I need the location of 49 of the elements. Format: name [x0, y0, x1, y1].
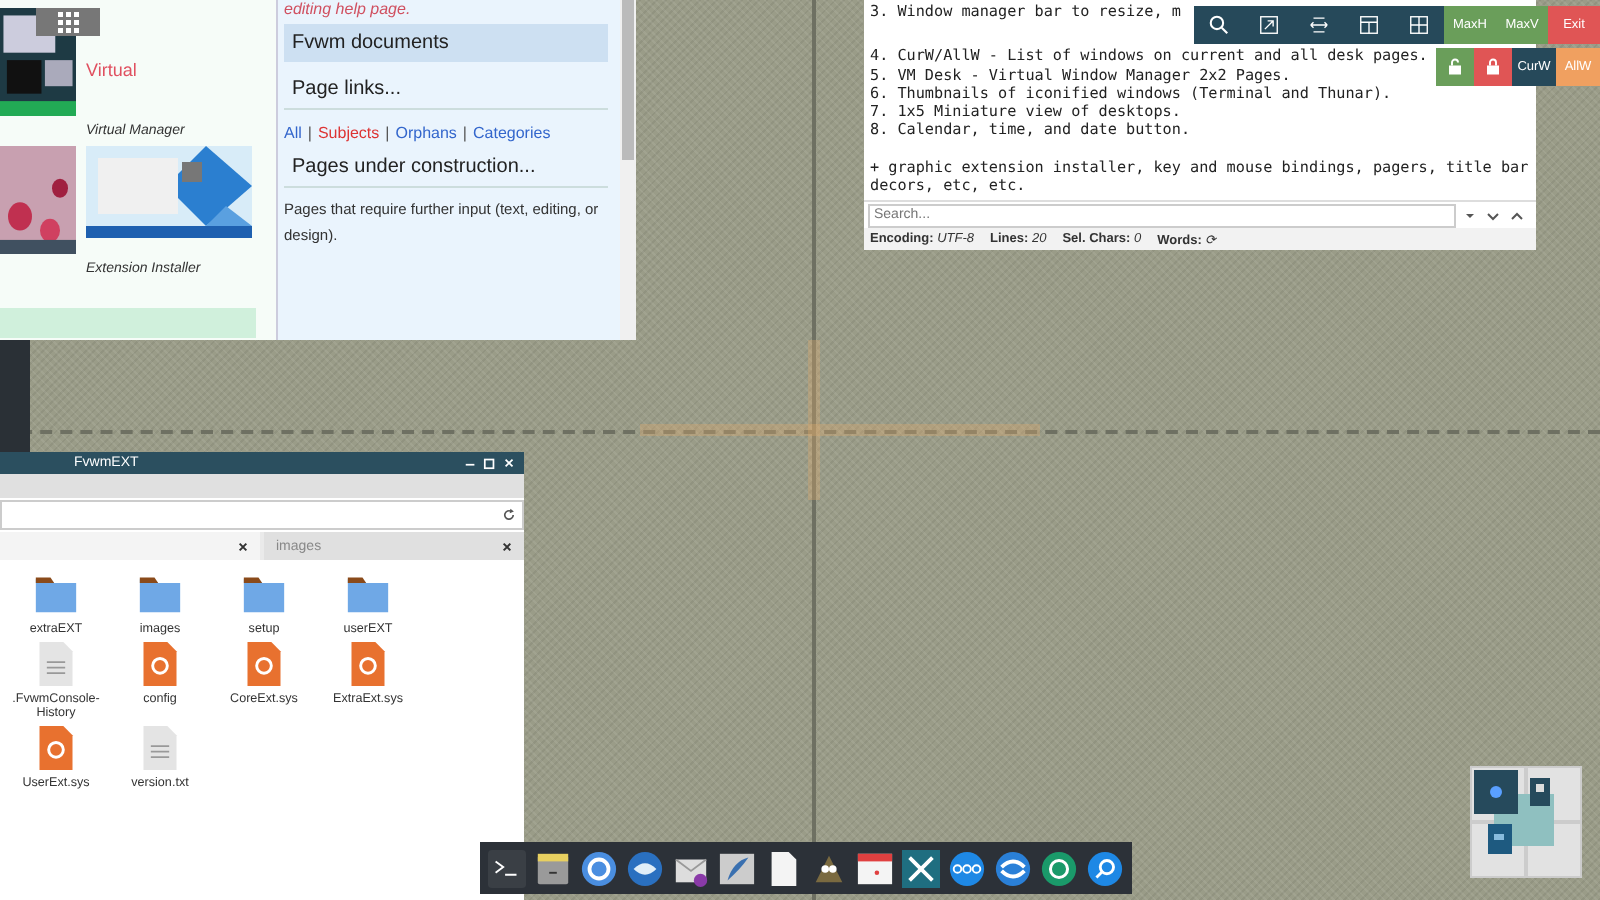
lock-icon: [1484, 58, 1502, 76]
circle-app-icon[interactable]: [580, 849, 618, 887]
close-icon[interactable]: [238, 541, 248, 551]
reload-icon[interactable]: [502, 508, 516, 522]
search-app-icon[interactable]: [1086, 849, 1124, 887]
page-link[interactable]: Categories: [473, 124, 551, 142]
text-file-icon[interactable]: [34, 641, 78, 685]
close-icon[interactable]: [502, 541, 512, 551]
thumbnail-link[interactable]: Virtual: [86, 60, 137, 80]
folder-icon[interactable]: [34, 572, 78, 616]
page-link[interactable]: All: [284, 124, 302, 142]
folder-icon[interactable]: [242, 572, 286, 616]
separator-text: |: [385, 124, 390, 142]
side-panel: [0, 340, 30, 456]
page-link[interactable]: Orphans: [395, 124, 457, 142]
files-app-icon[interactable]: [534, 849, 572, 887]
separator-text: |: [462, 124, 467, 142]
dots-app-icon[interactable]: [948, 849, 986, 887]
lock-button[interactable]: [1474, 48, 1512, 86]
folder-icon[interactable]: [346, 572, 390, 616]
grid-icon[interactable]: [1408, 14, 1430, 36]
settings-file-icon[interactable]: [34, 725, 78, 769]
address-field[interactable]: [0, 500, 524, 530]
settings-file-icon[interactable]: [138, 641, 182, 685]
search-options-icon[interactable]: [1464, 207, 1524, 223]
calendar-app-icon[interactable]: [856, 849, 894, 887]
folder-icon[interactable]: [138, 572, 182, 616]
section-heading[interactable]: Fvwm documents: [284, 24, 608, 62]
tile-icon[interactable]: [1358, 14, 1380, 36]
window-controls-icon[interactable]: [464, 456, 516, 470]
search-icon[interactable]: [1208, 14, 1230, 36]
resize-icon[interactable]: [1258, 14, 1280, 36]
feather-app-icon[interactable]: [718, 849, 756, 887]
move-icon[interactable]: [1308, 14, 1330, 36]
unlock-icon: [1446, 58, 1464, 76]
section-heading[interactable]: Page links...: [284, 70, 608, 110]
desktop-pager[interactable]: [1470, 766, 1582, 878]
settings-file-icon[interactable]: [346, 641, 390, 685]
app-grid-icon[interactable]: [36, 8, 100, 36]
help-link[interactable]: editing help page.: [284, 0, 608, 18]
terminal-app-icon[interactable]: [488, 849, 526, 887]
sync-app-icon[interactable]: [994, 849, 1032, 887]
section-heading: Pages under construction...: [284, 148, 608, 188]
page-link[interactable]: Subjects: [317, 124, 380, 142]
text-file-icon[interactable]: [138, 725, 182, 769]
settings-file-icon[interactable]: [242, 641, 286, 685]
scrollbar[interactable]: [620, 0, 636, 340]
separator-text: |: [307, 124, 312, 142]
unlock-button[interactable]: [1436, 48, 1474, 86]
